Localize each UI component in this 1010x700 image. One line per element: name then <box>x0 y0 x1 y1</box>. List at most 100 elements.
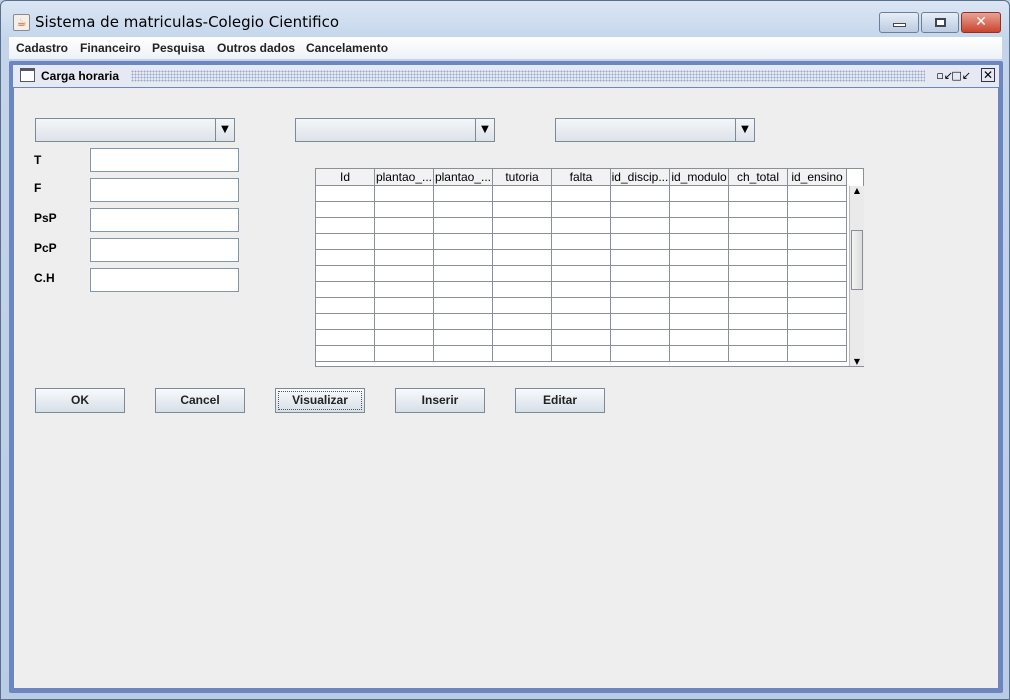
table-cell[interactable] <box>788 330 847 346</box>
frame-close-icon[interactable]: ✕ <box>981 68 995 82</box>
table-cell[interactable] <box>611 330 670 346</box>
table-cell[interactable] <box>611 314 670 330</box>
table-cell[interactable] <box>316 330 375 346</box>
table-cell[interactable] <box>316 298 375 314</box>
table-cell[interactable] <box>729 218 788 234</box>
vertical-scrollbar[interactable]: ▲ ▼ <box>849 186 864 366</box>
table-cell[interactable] <box>611 266 670 282</box>
table-cell[interactable] <box>670 234 729 250</box>
table-cell[interactable] <box>375 202 434 218</box>
table-cell[interactable] <box>434 202 493 218</box>
table-cell[interactable] <box>788 234 847 250</box>
table-cell[interactable] <box>552 202 611 218</box>
table-cell[interactable] <box>375 298 434 314</box>
table-cell[interactable] <box>552 330 611 346</box>
column-header[interactable]: plantao_... <box>375 169 434 186</box>
table-cell[interactable] <box>788 250 847 266</box>
table-cell[interactable] <box>788 186 847 202</box>
table-cell[interactable] <box>316 346 375 362</box>
table-cell[interactable] <box>434 250 493 266</box>
table-cell[interactable] <box>729 250 788 266</box>
column-header[interactable]: falta <box>552 169 611 186</box>
table-cell[interactable] <box>552 282 611 298</box>
close-button[interactable]: ✕ <box>961 12 1001 33</box>
table-cell[interactable] <box>375 234 434 250</box>
table-cell[interactable] <box>552 218 611 234</box>
column-header[interactable]: tutoria <box>493 169 552 186</box>
scroll-down-icon[interactable]: ▼ <box>850 357 864 366</box>
table-cell[interactable] <box>788 282 847 298</box>
table-cell[interactable] <box>729 202 788 218</box>
table-cell[interactable] <box>493 330 552 346</box>
menu-pesquisa[interactable]: Pesquisa <box>152 41 205 55</box>
table-cell[interactable] <box>788 314 847 330</box>
maximize-button[interactable] <box>921 12 959 33</box>
table-cell[interactable] <box>316 266 375 282</box>
table-cell[interactable] <box>552 346 611 362</box>
table-cell[interactable] <box>611 186 670 202</box>
table-cell[interactable] <box>375 186 434 202</box>
inserir-button[interactable]: Inserir <box>395 388 485 413</box>
table-cell[interactable] <box>670 202 729 218</box>
column-header[interactable]: Id <box>316 169 375 186</box>
table-cell[interactable] <box>552 314 611 330</box>
table-cell[interactable] <box>375 314 434 330</box>
table-cell[interactable] <box>493 186 552 202</box>
field-f[interactable] <box>90 178 239 202</box>
table-cell[interactable] <box>788 202 847 218</box>
table-cell[interactable] <box>729 298 788 314</box>
ok-button[interactable]: OK <box>35 388 125 413</box>
table-cell[interactable] <box>375 282 434 298</box>
menu-financeiro[interactable]: Financeiro <box>80 41 141 55</box>
table-cell[interactable] <box>552 266 611 282</box>
table-cell[interactable] <box>552 234 611 250</box>
table-cell[interactable] <box>493 266 552 282</box>
table-cell[interactable] <box>316 282 375 298</box>
table-cell[interactable] <box>434 346 493 362</box>
table-cell[interactable] <box>316 234 375 250</box>
field-ch[interactable] <box>90 268 239 292</box>
table-cell[interactable] <box>729 282 788 298</box>
table-cell[interactable] <box>316 202 375 218</box>
table-cell[interactable] <box>552 298 611 314</box>
table-cell[interactable] <box>434 266 493 282</box>
table-cell[interactable] <box>434 218 493 234</box>
table-cell[interactable] <box>729 186 788 202</box>
table-cell[interactable] <box>493 218 552 234</box>
table-cell[interactable] <box>788 298 847 314</box>
table-cell[interactable] <box>670 250 729 266</box>
internal-frame-titlebar[interactable]: Carga horaria ▫↙ □↙ ✕ <box>13 65 999 87</box>
table-cell[interactable] <box>611 250 670 266</box>
table-cell[interactable] <box>788 346 847 362</box>
combo-2[interactable]: ▼ <box>295 118 495 142</box>
table-cell[interactable] <box>375 218 434 234</box>
table-cell[interactable] <box>316 218 375 234</box>
scroll-up-icon[interactable]: ▲ <box>850 186 864 200</box>
table-cell[interactable] <box>434 314 493 330</box>
column-header[interactable]: id_ensino <box>788 169 847 186</box>
table-cell[interactable] <box>670 314 729 330</box>
table-cell[interactable] <box>611 202 670 218</box>
field-t[interactable] <box>90 148 239 172</box>
table-cell[interactable] <box>670 282 729 298</box>
table-cell[interactable] <box>375 250 434 266</box>
table-cell[interactable] <box>493 314 552 330</box>
field-pcp[interactable] <box>90 238 239 262</box>
table-cell[interactable] <box>788 218 847 234</box>
table-cell[interactable] <box>670 346 729 362</box>
menu-outros-dados[interactable]: Outros dados <box>217 41 295 55</box>
table-cell[interactable] <box>611 218 670 234</box>
table-cell[interactable] <box>434 186 493 202</box>
table-cell[interactable] <box>788 266 847 282</box>
combo-3[interactable]: ▼ <box>555 118 755 142</box>
column-header[interactable]: ch_total <box>729 169 788 186</box>
table-cell[interactable] <box>493 282 552 298</box>
table-cell[interactable] <box>611 346 670 362</box>
menu-cadastro[interactable]: Cadastro <box>16 41 68 55</box>
restore-icon[interactable]: □↙ <box>951 69 971 82</box>
scrollbar-thumb[interactable] <box>851 230 863 290</box>
table-cell[interactable] <box>434 234 493 250</box>
combo-1[interactable]: ▼ <box>35 118 235 142</box>
table-cell[interactable] <box>434 282 493 298</box>
table-cell[interactable] <box>316 250 375 266</box>
